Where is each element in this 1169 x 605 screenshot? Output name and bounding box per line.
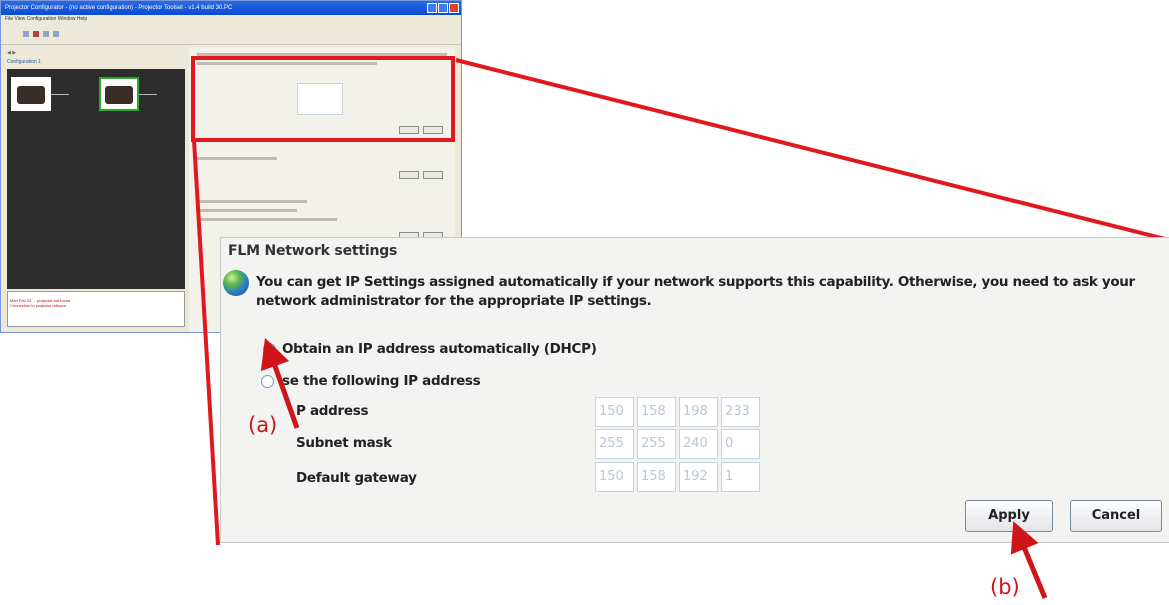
ip-address-field[interactable]: 150 158 198 233 xyxy=(595,397,763,427)
gateway-octet[interactable]: 192 xyxy=(679,462,718,492)
dhcp-option[interactable]: Obtain an IP address automatically (DHCP… xyxy=(263,340,597,358)
ip-octet[interactable]: 158 xyxy=(637,397,676,427)
subnet-octet[interactable]: 240 xyxy=(679,429,718,459)
subnet-octet[interactable]: 255 xyxy=(595,429,634,459)
gateway-octet[interactable]: 150 xyxy=(595,462,634,492)
subnet-octet[interactable]: 0 xyxy=(721,429,760,459)
info-text: You can get IP Settings assigned automat… xyxy=(256,274,1135,309)
ip-octet[interactable]: 233 xyxy=(721,397,760,427)
subnet-octet[interactable]: 255 xyxy=(637,429,676,459)
static-ip-option[interactable]: se the following IP address xyxy=(261,372,481,390)
annotation-label-a: (a) xyxy=(248,413,278,437)
annotation-label-b: (b) xyxy=(990,575,1020,599)
static-ip-radio[interactable] xyxy=(261,374,274,388)
apply-button[interactable]: Apply xyxy=(965,500,1053,532)
dhcp-radio-label[interactable]: Obtain an IP address automatically (DHCP… xyxy=(282,341,597,357)
ip-address-label: P address xyxy=(296,403,369,419)
ip-octet[interactable]: 150 xyxy=(595,397,634,427)
gateway-octet[interactable]: 158 xyxy=(637,462,676,492)
static-ip-radio-label[interactable]: se the following IP address xyxy=(282,373,481,389)
globe-icon xyxy=(223,270,249,296)
flm-network-settings-panel: FLM Network settings You can get IP Sett… xyxy=(220,237,1169,543)
cancel-button[interactable]: Cancel xyxy=(1070,500,1162,532)
ip-octet[interactable]: 198 xyxy=(679,397,718,427)
default-gateway-field[interactable]: 150 158 192 1 xyxy=(595,462,763,492)
subnet-mask-field[interactable]: 255 255 240 0 xyxy=(595,429,763,459)
subnet-mask-label: Subnet mask xyxy=(296,435,392,451)
dhcp-radio[interactable] xyxy=(263,342,276,356)
gateway-octet[interactable]: 1 xyxy=(721,462,760,492)
default-gateway-label: Default gateway xyxy=(296,470,417,486)
panel-title: FLM Network settings xyxy=(228,243,398,259)
